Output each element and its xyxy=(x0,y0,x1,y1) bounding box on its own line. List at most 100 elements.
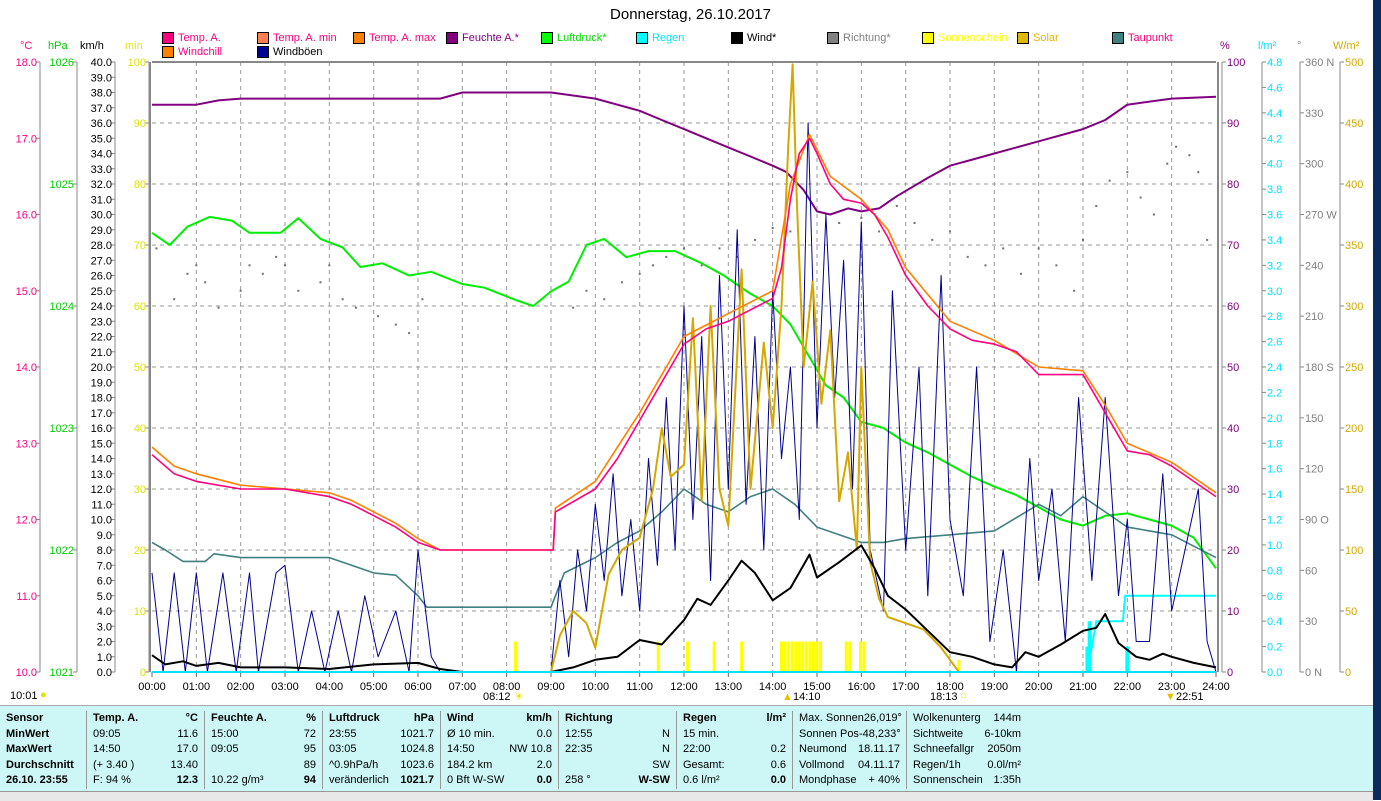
x-tick-label: 06:00 xyxy=(404,681,432,693)
sunshine-bar xyxy=(780,641,784,672)
y-tick-label-direction: 90 O xyxy=(1305,515,1329,527)
stats-row: SW xyxy=(559,758,676,774)
header-unit: % xyxy=(306,712,316,724)
direction-point xyxy=(572,306,575,309)
y-tick-label-rain: 0.2 xyxy=(1267,642,1282,654)
y-tick-label-wind: 2.0 xyxy=(97,637,112,649)
stats-key: Wolkenunterg xyxy=(913,712,981,724)
stats-value: 1:35h xyxy=(993,774,1021,786)
y-tick-label-solar: 250 xyxy=(1345,362,1363,374)
direction-point xyxy=(838,221,841,224)
y-tick-label-direction: 150 xyxy=(1305,413,1323,425)
y-tick-label-rain: 1.0 xyxy=(1267,540,1282,552)
sunshine-bar xyxy=(740,641,744,672)
stats-value: 2.0 xyxy=(536,758,552,771)
stats-row: F: 94 % 12.3 xyxy=(87,773,204,789)
direction-point xyxy=(1139,196,1142,199)
stats-value: 1021.7 xyxy=(400,774,434,786)
y-tick-label-sunshine: 70 xyxy=(134,240,146,252)
stats-key: Sichtweite xyxy=(913,727,964,740)
stats-value: 26,019° xyxy=(863,712,902,724)
direction-point xyxy=(1206,238,1209,241)
x-tick-label: 20:00 xyxy=(1025,681,1053,693)
stats-row: ^0.9hPa/h 1023.6 xyxy=(323,758,440,774)
stats-value: SW xyxy=(652,758,670,771)
x-tick-label: 13:00 xyxy=(715,681,743,693)
y-tick-label-wind: 16.0 xyxy=(91,423,112,435)
left-time-marker: 10:01 xyxy=(10,690,38,702)
stats-value: 04.11.17 xyxy=(857,758,900,771)
stats-key: (+ 3.40 ) xyxy=(93,758,135,771)
header-unit: hPa xyxy=(413,712,434,724)
y-tick-label-temp: 17.0 xyxy=(16,133,37,145)
y-tick-label-wind: 18.0 xyxy=(91,393,112,405)
direction-point xyxy=(1095,205,1098,208)
y-tick-label-humidity: 0 xyxy=(1227,667,1233,679)
stats-value: -48,233° xyxy=(858,727,901,740)
stats-row: 14:50 NW 10.8 xyxy=(441,742,558,758)
y-tick-label-wind: 5.0 xyxy=(97,591,112,603)
stats-key: 0 Bft W-SW xyxy=(447,774,505,786)
y-tick-label-sunshine: 90 xyxy=(134,118,146,130)
x-tick-label: 24:00 xyxy=(1202,681,1230,693)
direction-point xyxy=(860,216,863,219)
y-tick-label-wind: 28.0 xyxy=(91,240,112,252)
stats-row: Sichtweite 6-10km xyxy=(907,727,1027,743)
sunshine-bar xyxy=(811,641,815,672)
stats-row: Mondphase + 40% xyxy=(793,773,906,789)
stats-row: 15:00 72 xyxy=(205,727,322,743)
stats-key: 14:50 xyxy=(447,743,475,755)
stats-value: 144m xyxy=(993,712,1021,724)
y-tick-label-rain: 0.4 xyxy=(1267,616,1282,628)
sunshine-bar xyxy=(862,641,866,672)
y-tick-label-solar: 300 xyxy=(1345,301,1363,313)
stats-key: Vollmond xyxy=(799,758,845,771)
y-tick-label-sunshine: 30 xyxy=(134,484,146,496)
x-tick-label: 22:00 xyxy=(1114,681,1142,693)
x-tick-label: 11:00 xyxy=(626,681,653,693)
stats-value: 95 xyxy=(303,743,316,755)
y-tick-label-sunshine: 40 xyxy=(134,423,146,435)
stats-value: NW 10.8 xyxy=(509,743,552,755)
y-tick-label-direction: 270 W xyxy=(1305,210,1337,222)
stats-value: 13.40 xyxy=(170,758,198,771)
y-tick-label-rain: 3.0 xyxy=(1267,286,1282,298)
stats-key: 09:05 xyxy=(211,743,239,755)
stats-value: W-SW xyxy=(638,774,670,786)
stats-value: 11.6 xyxy=(177,727,198,740)
y-tick-label-rain: 2.0 xyxy=(1267,413,1282,425)
stats-value: 1023.6 xyxy=(400,758,434,771)
stats-key: Mondphase xyxy=(799,774,857,786)
stats-row: Sonnen Pos -48,233° xyxy=(793,727,906,743)
sunshine-bar xyxy=(801,641,805,672)
stats-row: 10.22 g/m³ 94 xyxy=(205,773,322,789)
y-tick-label-wind: 9.0 xyxy=(97,530,112,542)
stats-key: 22:35 xyxy=(565,743,593,755)
y-tick-label-pressure: 1025 xyxy=(50,179,74,191)
y-tick-label-wind: 3.0 xyxy=(97,621,112,633)
x-tick-label: 04:00 xyxy=(316,681,344,693)
direction-point xyxy=(297,289,300,292)
y-tick-label-temp: 10.0 xyxy=(16,667,37,679)
stats-row: (+ 3.40 ) 13.40 xyxy=(87,758,204,774)
y-tick-label-wind: 37.0 xyxy=(91,103,112,115)
y-tick-label-temp: 12.0 xyxy=(16,515,37,527)
stats-value: 1024.8 xyxy=(400,743,434,755)
y-tick-label-wind: 25.0 xyxy=(91,286,112,298)
sun-icon: ☀ xyxy=(514,691,524,703)
header-label: Regen xyxy=(683,712,717,724)
stats-key: Regen/1h xyxy=(913,758,961,771)
direction-point xyxy=(1037,247,1040,250)
direction-point xyxy=(217,306,220,309)
direction-point xyxy=(638,272,641,275)
stats-key: Gesamt: xyxy=(683,758,725,771)
stats-header: Regen l/m² xyxy=(677,711,792,727)
stats-col-temp: Temp. A. °C 09:05 11.6 14:50 17.0 (+ 3.40 ) 13.… xyxy=(87,711,205,789)
stats-row: Sonnenschein 1:35h xyxy=(907,773,1027,789)
stats-value: 1021.7 xyxy=(400,727,434,740)
x-tick-label: 16:00 xyxy=(848,681,876,693)
y-tick-label-wind: 20.0 xyxy=(91,362,112,374)
stats-col-misc: Wolkenunterg 144m Sichtweite 6-10km Schneefa… xyxy=(907,711,1027,789)
y-tick-label-rain: 1.6 xyxy=(1267,464,1282,476)
header-label: Feuchte A. xyxy=(211,712,267,724)
